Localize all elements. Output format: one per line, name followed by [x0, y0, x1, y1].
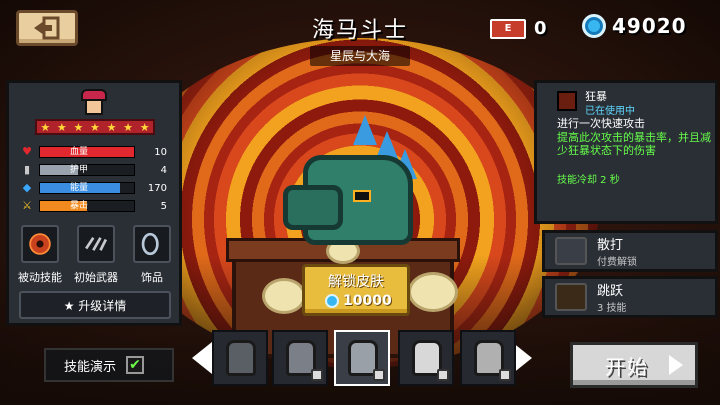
skill-description: 进行一次快速攻击 [557, 117, 645, 130]
starting-weapon-label: 初始武器 [74, 271, 118, 284]
skill-demo-toggle[interactable]: 技能演示 ✔ [44, 348, 174, 382]
egg-decoration [408, 272, 458, 312]
checkbox-checked-icon[interactable]: ✔ [126, 356, 145, 374]
fist-icon [555, 237, 587, 265]
crit-icon: ⚔ [22, 199, 32, 212]
jump-skill-icon [555, 283, 587, 311]
stat-row: ◆ 能量 170 [21, 181, 167, 195]
skin-thumb[interactable] [460, 330, 516, 386]
accessory-label: 饰品 [141, 271, 163, 284]
avatar-face [85, 99, 103, 115]
skill-cooldown: 技能冷却 2 秒 [557, 175, 620, 186]
stat-row: ⚔ 暴击 5 [21, 199, 167, 213]
stat-value: 10 [154, 146, 167, 158]
hero-sprite [283, 115, 433, 265]
stat-label: 能量 [70, 183, 89, 193]
ticket-counter: E 0 [490, 18, 547, 39]
heart-icon: ♥ [22, 145, 32, 158]
lock-icon [373, 369, 385, 381]
upgrade-details-button[interactable]: ★ 升级详情 [19, 291, 171, 319]
skill-option-sub: 付费解锁 [597, 257, 637, 268]
hero-eye [353, 190, 371, 202]
shield-icon: ▮ [23, 163, 31, 176]
star-rating: ★ ★ ★ ★ ★ ★ ★ [35, 119, 155, 135]
star-icon: ★ [56, 120, 67, 134]
dragon-icon [29, 233, 51, 255]
stat-bar: 血量 [39, 146, 135, 158]
unlock-price-value: 10000 [343, 293, 392, 309]
stat-row: ▮ 护甲 4 [21, 163, 167, 177]
skill-demo-label: 技能演示 [64, 359, 117, 375]
avatar [79, 89, 109, 117]
stat-row: ♥ 血量 10 [21, 145, 167, 159]
skill-effect: 提高此次攻击的暴击率，并且减少狂暴状态下的伤害 [557, 131, 711, 157]
gem-icon [582, 14, 606, 38]
start-button[interactable]: 开始 [570, 342, 698, 388]
star-icon: ★ [139, 120, 150, 134]
lock-icon [499, 369, 511, 381]
play-arrow-icon [669, 355, 683, 375]
rage-skill-icon [557, 91, 577, 111]
star-icon: ★ [123, 120, 134, 134]
star-icon: ★ [40, 120, 51, 134]
unlock-skin-button[interactable]: 解锁皮肤 10000 [302, 264, 410, 316]
ticket-count: 0 [534, 18, 547, 39]
lock-icon [437, 369, 449, 381]
claws-icon [85, 236, 108, 251]
stat-value: 4 [160, 164, 167, 176]
star-icon: ★ [106, 120, 117, 134]
gem-count: 49020 [612, 14, 687, 38]
fin-spike [353, 115, 377, 145]
hero-snout [283, 185, 343, 230]
skill-option-name: 跳跃 [597, 284, 624, 299]
star-icon: ★ [90, 120, 100, 134]
skill-option-name: 散打 [597, 238, 624, 253]
unlock-skin-label: 解锁皮肤 [328, 274, 384, 290]
stat-label: 护甲 [70, 165, 89, 175]
energy-icon: ◆ [22, 181, 32, 194]
stat-label: 暴击 [70, 201, 89, 211]
character-stats-panel: ★ ★ ★ ★ ★ ★ ★ ♥ 血量 10 ▮ 护甲 4 ◆ 能量 170 ⚔ 暴击 5 被动技能 初始武器 饰品… [6, 80, 182, 326]
passive-skill-slot[interactable] [21, 225, 59, 263]
unlock-price: 10000 [325, 293, 392, 309]
skin-thumb[interactable] [272, 330, 328, 386]
stat-value: 5 [160, 200, 167, 212]
skill-status: 已在使用中 [585, 106, 635, 117]
passive-skill-label: 被动技能 [18, 271, 62, 284]
skill-option-sanda[interactable]: 散打 付费解锁 [542, 230, 718, 272]
star-icon: ★ [73, 120, 84, 134]
start-label: 开始 [605, 354, 649, 379]
stat-value: 170 [147, 182, 167, 194]
stat-label: 血量 [70, 147, 89, 157]
starting-weapon-slot[interactable] [77, 225, 115, 263]
skin-thumb[interactable] [398, 330, 454, 386]
ticket-icon: E [490, 18, 526, 39]
skill-option-jump[interactable]: 跳跃 3 技能 [542, 276, 718, 318]
skill-option-sub: 3 技能 [597, 303, 627, 314]
gem-icon [325, 294, 339, 308]
skin-subtitle: 星辰与大海 [310, 46, 410, 66]
stat-bar: 护甲 [39, 164, 135, 176]
gem-counter: 49020 [582, 14, 687, 38]
stat-bar: 能量 [39, 182, 135, 194]
stat-bar: 暴击 [39, 200, 135, 212]
skin-thumb-selected[interactable] [334, 330, 390, 386]
accessory-slot[interactable] [133, 225, 171, 263]
previous-skin-arrow-icon[interactable] [192, 342, 212, 374]
skin-figure [226, 340, 256, 376]
skin-thumb[interactable] [212, 330, 268, 386]
ring-icon [141, 232, 159, 256]
lock-icon [311, 369, 323, 381]
egg-decoration [262, 278, 306, 314]
skill-info-panel: 狂暴 已在使用中 进行一次快速攻击 提高此次攻击的暴击率，并且减少狂暴状态下的伤… [534, 80, 718, 224]
